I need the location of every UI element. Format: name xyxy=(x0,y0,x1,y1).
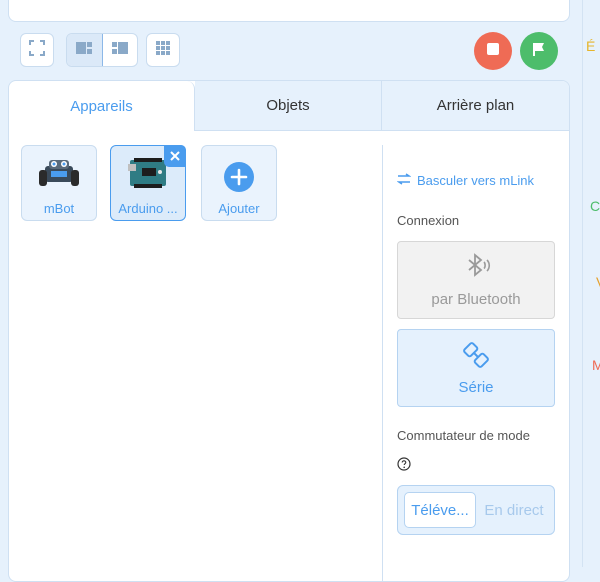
remove-device-button[interactable] xyxy=(164,145,186,167)
stage-panel xyxy=(8,0,570,22)
device-label-arduino: Arduino ... xyxy=(118,201,178,216)
stop-icon xyxy=(486,42,500,61)
layout-wide-icon xyxy=(75,40,93,61)
layout-toggle xyxy=(66,33,138,67)
mode-switch-label: Commutateur de mode xyxy=(397,428,530,443)
tab-sprites-label: Objets xyxy=(266,97,310,114)
category-letter-events[interactable]: É xyxy=(586,38,595,54)
tab-sprites[interactable]: Objets xyxy=(195,81,382,131)
tab-background-label: Arrière plan xyxy=(436,97,515,114)
category-letter-variables[interactable]: V xyxy=(596,274,600,290)
device-label-add: Ajouter xyxy=(218,201,260,216)
upload-mode-button[interactable]: Téléve... xyxy=(404,492,476,528)
fullscreen-button[interactable] xyxy=(20,33,54,67)
add-device-button[interactable]: Ajouter xyxy=(201,145,277,221)
connection-label: Connexion xyxy=(397,213,460,228)
serial-connect-button[interactable]: Série xyxy=(397,329,555,407)
stop-button[interactable] xyxy=(474,32,512,70)
tab-bar: Appareils Objets Arrière plan xyxy=(9,81,569,131)
layout-narrow-icon xyxy=(111,40,129,61)
live-mode-label: En direct xyxy=(484,501,544,519)
tab-devices[interactable]: Appareils xyxy=(9,81,195,131)
grid-icon xyxy=(154,39,172,62)
category-letter-control[interactable]: C xyxy=(590,198,600,214)
mbot-robot-icon xyxy=(37,156,81,197)
add-icon xyxy=(222,160,256,199)
green-flag-button[interactable] xyxy=(520,32,558,70)
layout-wide-button[interactable] xyxy=(67,34,103,66)
help-icon[interactable] xyxy=(397,457,411,476)
fullscreen-icon xyxy=(28,39,46,62)
close-icon xyxy=(170,151,180,161)
devices-panel: Appareils Objets Arrière plan mBot Ardui… xyxy=(8,80,570,582)
live-mode-button[interactable]: En direct xyxy=(478,492,550,528)
panel-separator xyxy=(382,145,383,581)
category-letter-my-blocks[interactable]: M xyxy=(592,357,600,373)
mode-switch: Téléve... En direct xyxy=(397,485,555,535)
serial-label: Série xyxy=(458,379,494,396)
switch-to-mlink-link[interactable]: Basculer vers mLink xyxy=(396,173,535,188)
bluetooth-connect-button[interactable]: par Bluetooth xyxy=(397,241,555,319)
upload-mode-label: Téléve... xyxy=(411,501,469,519)
layout-narrow-button[interactable] xyxy=(103,34,138,66)
switch-icon xyxy=(396,173,412,188)
green-flag-icon xyxy=(531,41,547,62)
grid-view-button[interactable] xyxy=(146,33,180,67)
panel-divider xyxy=(582,0,583,567)
bluetooth-label: par Bluetooth xyxy=(431,291,521,308)
tab-background[interactable]: Arrière plan xyxy=(382,81,569,131)
bluetooth-icon xyxy=(461,252,491,285)
usb-cable-icon xyxy=(461,340,491,375)
mlink-label: Basculer vers mLink xyxy=(417,173,535,188)
device-tile-arduino[interactable]: Arduino ... xyxy=(110,145,186,221)
device-label-mbot: mBot xyxy=(43,201,75,216)
tab-devices-label: Appareils xyxy=(70,97,133,115)
device-tile-mbot[interactable]: mBot xyxy=(21,145,97,221)
